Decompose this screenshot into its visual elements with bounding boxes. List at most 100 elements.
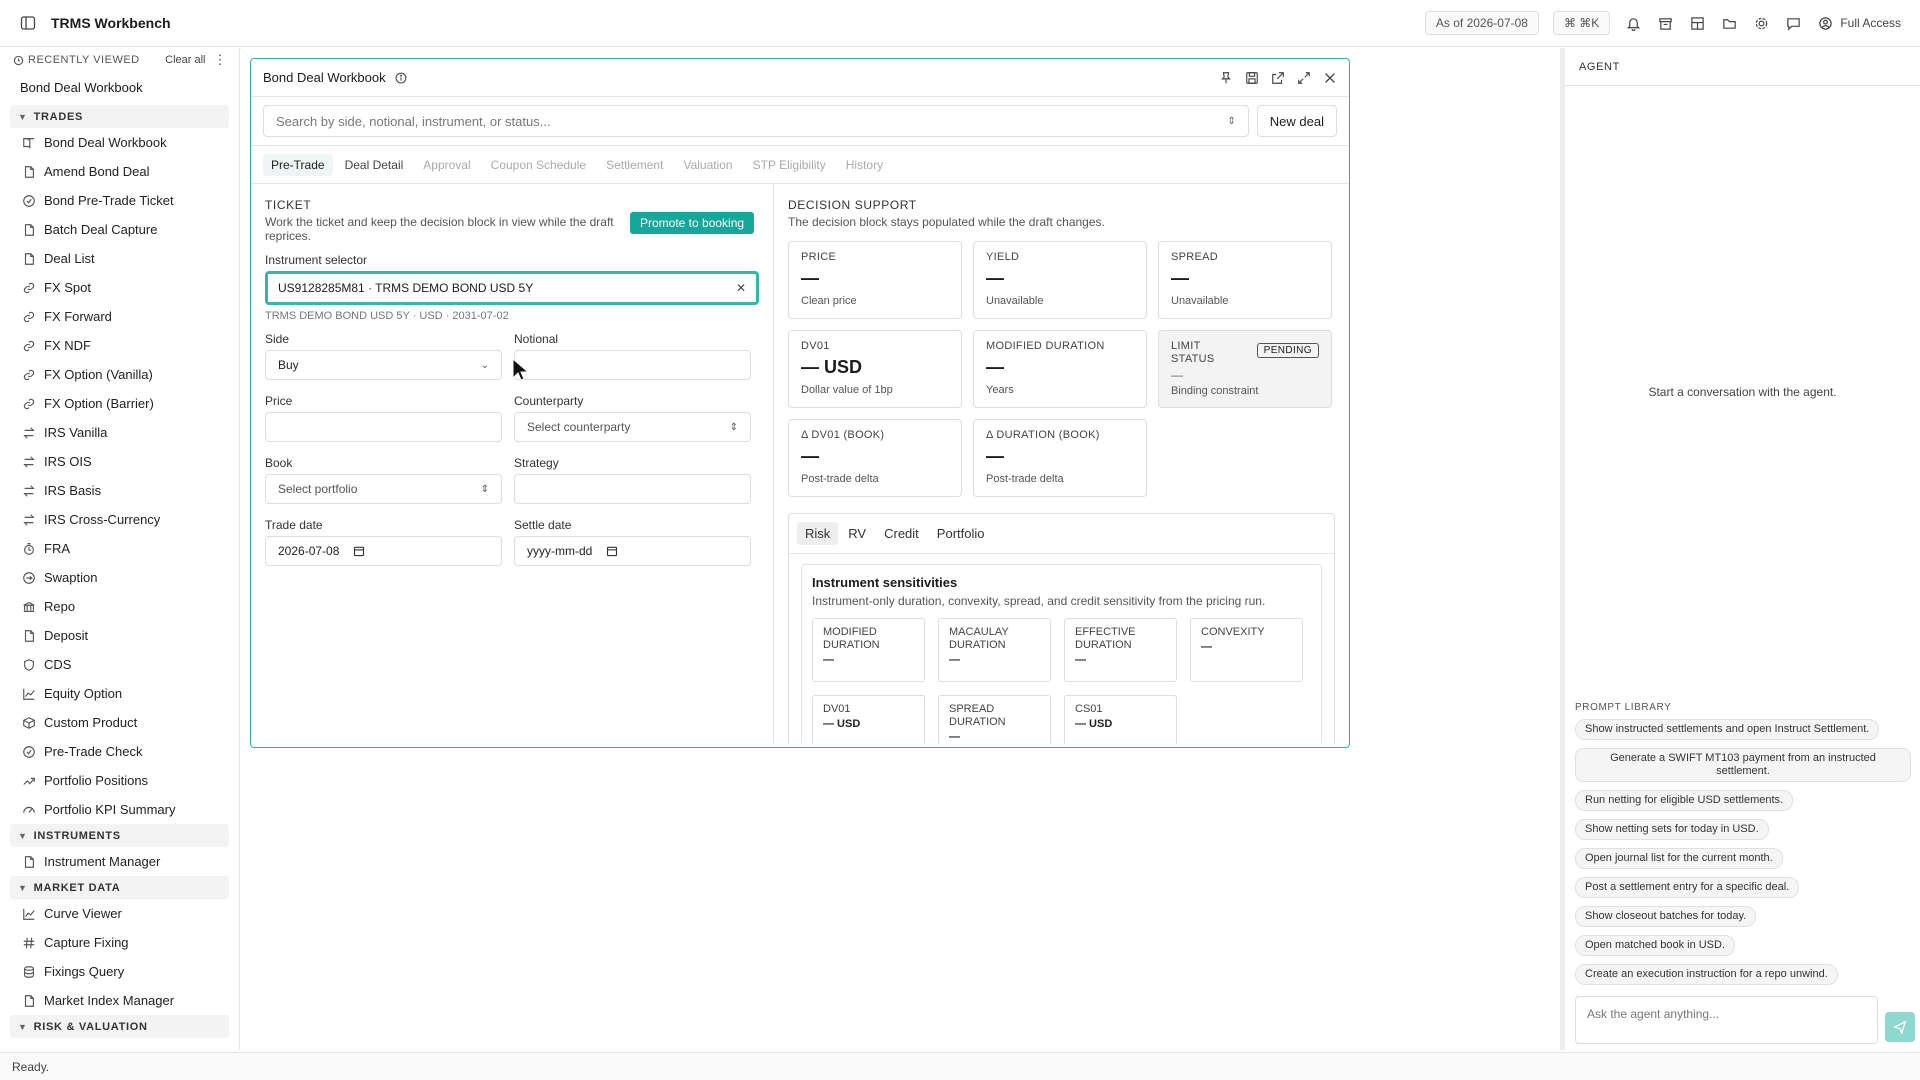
trades-item[interactable]: FX Option (Vanilla) (0, 360, 239, 389)
agent-input[interactable]: Ask the agent anything... (1575, 996, 1878, 1044)
chat-icon[interactable] (1784, 14, 1802, 32)
trades-item[interactable]: FX NDF (0, 331, 239, 360)
trades-item[interactable]: Batch Deal Capture (0, 215, 239, 244)
trades-item[interactable]: Portfolio KPI Summary (0, 795, 239, 824)
subtab-rv[interactable]: RV (840, 522, 874, 545)
trades-item[interactable]: Bond Pre-Trade Ticket (0, 186, 239, 215)
counterparty-select[interactable]: Select counterparty ⇕ (514, 412, 751, 442)
trades-item[interactable]: Pre-Trade Check (0, 737, 239, 766)
close-icon[interactable] (1323, 71, 1337, 85)
trades-item[interactable]: Repo (0, 592, 239, 621)
pin-icon[interactable] (1219, 71, 1233, 85)
trades-item[interactable]: Deal List (0, 244, 239, 273)
prompt-chip[interactable]: Run netting for eligible USD settlements… (1575, 790, 1794, 811)
trades-item-label: CDS (44, 657, 72, 672)
bell-icon[interactable] (1624, 14, 1642, 32)
tab-approval[interactable]: Approval (415, 154, 478, 176)
tab-history[interactable]: History (838, 154, 891, 176)
section-market-data[interactable]: ▼ MARKET DATA (10, 876, 229, 899)
prompt-chip[interactable]: Show closeout batches for today. (1575, 906, 1757, 927)
section-trades[interactable]: ▼ TRADES (10, 105, 229, 128)
info-icon[interactable] (392, 69, 410, 87)
agent-panel: AGENT Start a conversation with the agen… (1560, 48, 1920, 1050)
prompt-chip[interactable]: Open matched book in USD. (1575, 935, 1736, 956)
chart-line-icon (22, 687, 36, 701)
prompt-chip[interactable]: Show instructed settlements and open Ins… (1575, 719, 1880, 740)
archive-icon[interactable] (1656, 14, 1674, 32)
trades-item[interactable]: FRA (0, 534, 239, 563)
command-palette-shortcut[interactable]: ⌘ ⌘K (1552, 11, 1611, 35)
section-instruments[interactable]: ▼ INSTRUMENTS (10, 824, 229, 847)
trades-item[interactable]: FX Forward (0, 302, 239, 331)
clear-icon[interactable]: ✕ (736, 281, 746, 295)
trades-item[interactable]: Portfolio Positions (0, 766, 239, 795)
calendar-icon[interactable] (606, 545, 618, 557)
prompt-chip[interactable]: Create an execution instruction for a re… (1575, 964, 1838, 985)
trades-item[interactable]: Equity Option (0, 679, 239, 708)
calendar-icon[interactable] (353, 545, 365, 557)
chevron-down-icon: ▼ (18, 111, 28, 122)
tab-pre-trade[interactable]: Pre-Trade (263, 153, 333, 176)
trades-item[interactable]: FX Spot (0, 273, 239, 302)
access-level[interactable]: Full Access (1840, 16, 1901, 30)
market-item[interactable]: Capture Fixing (0, 928, 239, 957)
send-button[interactable] (1885, 1012, 1915, 1042)
clear-all-button[interactable]: Clear all (165, 54, 205, 66)
prompt-chip[interactable]: Generate a SWIFT MT103 payment from an i… (1575, 748, 1911, 782)
tab-valuation[interactable]: Valuation (675, 154, 740, 176)
sidebar-toggle-icon[interactable] (19, 14, 37, 32)
recent-item[interactable]: Bond Deal Workbook (0, 72, 239, 105)
trades-item[interactable]: Bond Deal Workbook (0, 128, 239, 157)
subtab-credit[interactable]: Credit (876, 522, 927, 545)
trades-item[interactable]: CDS (0, 650, 239, 679)
settle-date-input[interactable]: yyyy-mm-dd (514, 536, 751, 566)
trades-item[interactable]: Swaption (0, 563, 239, 592)
gear-icon[interactable] (1752, 14, 1770, 32)
prompt-chip[interactable]: Show netting sets for today in USD. (1575, 819, 1769, 840)
trades-item[interactable]: Custom Product (0, 708, 239, 737)
trades-item[interactable]: IRS Basis (0, 476, 239, 505)
instrument-selector-input[interactable]: US9128285M81 · TRMS DEMO BOND USD 5Y ✕ (265, 271, 759, 305)
link-icon (22, 397, 36, 411)
trades-item[interactable]: Amend Bond Deal (0, 157, 239, 186)
new-deal-button[interactable]: New deal (1256, 105, 1337, 137)
external-link-icon[interactable] (1271, 71, 1285, 85)
user-circle-icon[interactable] (1816, 14, 1834, 32)
workbook-tabs: Pre-Trade Deal Detail Approval Coupon Sched… (251, 146, 1349, 184)
market-item[interactable]: Fixings Query (0, 957, 239, 986)
promote-to-booking-button[interactable]: Promote to booking (630, 212, 755, 234)
tab-stp-eligibility[interactable]: STP Eligibility (745, 154, 834, 176)
section-risk-valuation[interactable]: ▼ RISK & VALUATION (10, 1015, 229, 1038)
strategy-input[interactable] (514, 474, 751, 504)
more-vertical-icon[interactable]: ⋮ (214, 52, 228, 68)
tab-coupon-schedule[interactable]: Coupon Schedule (483, 154, 594, 176)
book-select[interactable]: Select portfolio ⇕ (265, 474, 502, 504)
subtab-portfolio[interactable]: Portfolio (929, 522, 993, 545)
tab-deal-detail[interactable]: Deal Detail (337, 154, 412, 176)
save-icon[interactable] (1245, 71, 1259, 85)
price-input[interactable] (265, 412, 502, 442)
trades-item-label: IRS Basis (44, 483, 102, 498)
deal-search-input[interactable]: Search by side, notional, instrument, or… (263, 105, 1249, 137)
prompt-chip[interactable]: Open journal list for the current month. (1575, 848, 1783, 869)
sensitivity-card: CONVEXITY — (1190, 618, 1303, 682)
as-of-date[interactable]: As of 2026-07-08 (1424, 11, 1539, 35)
trades-item[interactable]: IRS Vanilla (0, 418, 239, 447)
trades-item[interactable]: IRS Cross-Currency (0, 505, 239, 534)
trades-item[interactable]: Deposit (0, 621, 239, 650)
instruments-item[interactable]: Instrument Manager (0, 847, 239, 876)
folder-icon[interactable] (1720, 14, 1738, 32)
trade-date-input[interactable]: 2026-07-08 (265, 536, 502, 566)
side-select[interactable]: Buy ⌄ (265, 350, 502, 380)
layout-icon[interactable] (1688, 14, 1706, 32)
decision-heading: DECISION SUPPORT (788, 198, 917, 212)
market-item[interactable]: Market Index Manager (0, 986, 239, 1015)
trades-item[interactable]: IRS OIS (0, 447, 239, 476)
maximize-icon[interactable] (1297, 71, 1311, 85)
trades-item[interactable]: FX Option (Barrier) (0, 389, 239, 418)
prompt-chip[interactable]: Post a settlement entry for a specific d… (1575, 877, 1800, 898)
market-item[interactable]: Curve Viewer (0, 899, 239, 928)
subtab-risk[interactable]: Risk (797, 522, 839, 545)
tab-settlement[interactable]: Settlement (598, 154, 671, 176)
notional-input[interactable] (514, 350, 751, 380)
